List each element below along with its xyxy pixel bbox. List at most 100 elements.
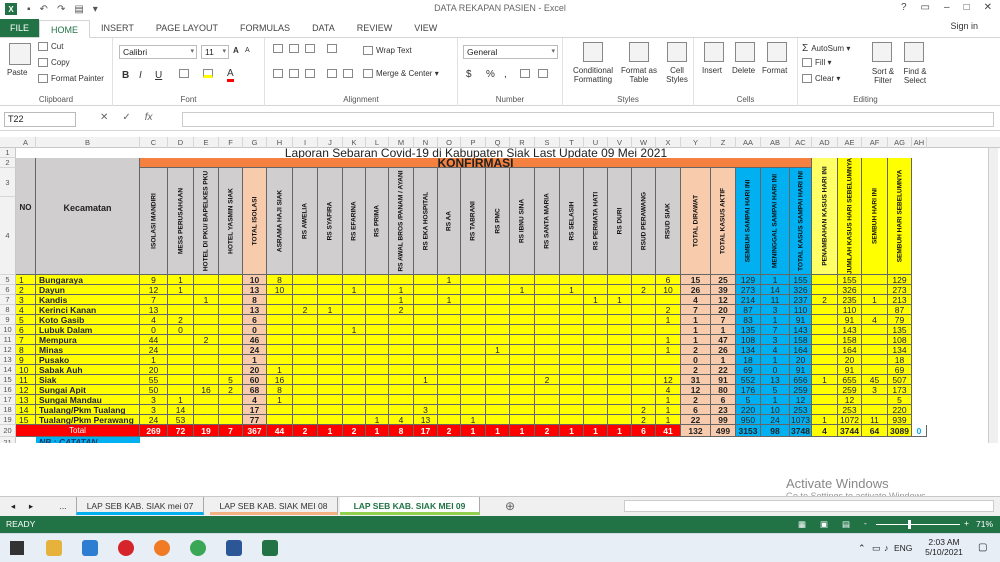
data-cell[interactable]: 1 [584,295,608,305]
data-cell[interactable]: 129 [736,275,761,285]
align-left-button[interactable] [273,69,286,79]
total-cell[interactable]: 3153 [736,425,761,437]
comma-button[interactable]: , [504,69,507,80]
data-cell[interactable] [535,415,560,425]
data-cell[interactable]: 108 [888,335,912,345]
data-cell[interactable]: 16 [267,375,293,385]
data-cell[interactable] [414,385,438,395]
data-cell[interactable] [389,385,414,395]
column-header-y[interactable]: Y [681,137,711,148]
total-cell[interactable]: 367 [243,425,267,437]
data-cell[interactable] [608,275,632,285]
data-cell[interactable] [168,385,194,395]
data-cell[interactable] [267,355,293,365]
total-cell[interactable]: 0 [912,425,927,437]
data-cell[interactable]: 1 [560,285,584,295]
tab-page-layout[interactable]: PAGE LAYOUT [145,19,229,37]
data-cell[interactable] [366,405,389,415]
total-label[interactable]: Total [16,425,140,437]
row-header-10[interactable]: 10 [0,325,16,335]
total-cell[interactable]: 4 [812,425,838,437]
data-cell[interactable]: 50 [140,385,168,395]
note-header[interactable]: NB : CATATAN [36,437,140,443]
data-cell[interactable] [535,335,560,345]
data-cell[interactable]: 155 [790,275,812,285]
data-cell[interactable] [194,375,219,385]
data-cell[interactable]: 1 [140,355,168,365]
row-header-1[interactable]: 1 [0,148,16,158]
data-cell[interactable] [461,335,486,345]
total-cell[interactable]: 41 [656,425,681,437]
row-no[interactable]: 15 [16,415,36,425]
row-header-11[interactable]: 11 [0,335,16,345]
data-cell[interactable]: 213 [888,295,912,305]
tab-review[interactable]: REVIEW [346,19,404,37]
data-cell[interactable] [510,385,535,395]
data-cell[interactable]: 176 [736,385,761,395]
data-cell[interactable] [168,305,194,315]
data-cell[interactable]: 1 [510,285,535,295]
data-cell[interactable] [560,315,584,325]
kecamatan-name[interactable]: Koto Gasib [36,315,140,325]
print-preview-icon[interactable]: ▤ [74,4,83,15]
data-cell[interactable]: 134 [736,345,761,355]
data-cell[interactable] [318,275,343,285]
data-cell[interactable] [366,305,389,315]
data-cell[interactable]: 1 [168,275,194,285]
data-cell[interactable]: 164 [790,345,812,355]
total-cell[interactable]: 1 [510,425,535,437]
data-cell[interactable] [461,345,486,355]
data-cell[interactable] [584,395,608,405]
data-cell[interactable] [608,355,632,365]
data-cell[interactable]: 6 [243,315,267,325]
data-cell[interactable] [632,365,656,375]
kecamatan-name[interactable]: Kerinci Kanan [36,305,140,315]
data-cell[interactable] [219,275,243,285]
font-color-button[interactable]: A [227,68,234,82]
data-cell[interactable] [414,315,438,325]
fill-button[interactable]: Fill ▾ [802,58,831,68]
data-cell[interactable]: 8 [267,385,293,395]
data-cell[interactable] [318,325,343,335]
data-cell[interactable]: 1 [318,305,343,315]
data-cell[interactable] [389,355,414,365]
data-cell[interactable]: 18 [736,355,761,365]
tab-sheet-mei-07[interactable]: LAP SEB KAB. SIAK mei 07 [76,497,204,515]
align-bottom-button[interactable] [305,44,318,54]
kecamatan-name[interactable]: Siak [36,375,140,385]
total-cell[interactable]: 3744 [838,425,862,437]
data-cell[interactable]: 1 [761,355,790,365]
conditional-formatting-icon[interactable] [583,42,603,62]
data-cell[interactable] [812,385,838,395]
data-cell[interactable] [812,335,838,345]
data-cell[interactable] [318,405,343,415]
data-cell[interactable] [293,295,318,305]
data-cell[interactable]: 2 [293,305,318,315]
horizontal-scrollbar[interactable] [624,500,994,512]
data-cell[interactable]: 0 [681,355,711,365]
delete-cells-icon[interactable] [735,42,755,62]
data-cell[interactable] [389,405,414,415]
data-cell[interactable] [461,355,486,365]
data-cell[interactable] [535,275,560,285]
data-cell[interactable] [584,305,608,315]
data-cell[interactable] [461,285,486,295]
format-painter-button[interactable]: Format Painter [38,74,104,84]
data-cell[interactable] [486,385,510,395]
tab-formulas[interactable]: FORMULAS [229,19,301,37]
data-cell[interactable] [438,365,461,375]
data-cell[interactable]: 2 [632,415,656,425]
data-cell[interactable] [656,325,681,335]
data-cell[interactable] [343,375,366,385]
kecamatan-name[interactable]: Tualang/Pkm Tualang [36,405,140,415]
kecamatan-name[interactable]: Dayun [36,285,140,295]
data-cell[interactable] [862,365,888,375]
data-cell[interactable] [366,355,389,365]
data-cell[interactable] [414,295,438,305]
column-header-ah[interactable]: AH [912,137,927,148]
data-cell[interactable] [812,345,838,355]
tab-file[interactable]: FILE [0,19,40,37]
row-no[interactable]: 13 [16,395,36,405]
data-cell[interactable] [438,375,461,385]
data-cell[interactable]: 4 [761,345,790,355]
